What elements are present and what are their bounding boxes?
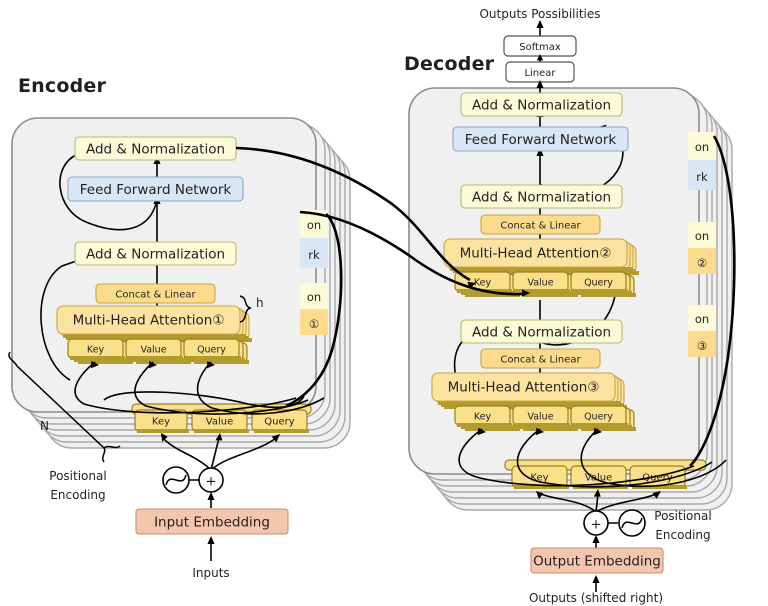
encoder-query-box[interactable]: Query [183, 338, 241, 360]
encoder-query-label: Query [197, 345, 226, 356]
decoder-add-norm-top-label: Add & Normalization [472, 98, 611, 114]
decoder-feed-forward-network[interactable]: Feed Forward Network [452, 126, 629, 152]
decoder-mid-kvq-group: Key Value Query [454, 271, 636, 297]
decoder-ffn-label: Feed Forward Network [465, 132, 617, 148]
encoder-key-label: Key [87, 345, 105, 356]
decoder-bottom-key-box[interactable]: Key [454, 405, 512, 427]
encoder-input-embedding-label: Input Embedding [154, 515, 270, 531]
encoder-add-norm-bottom-label: Add & Normalization [86, 247, 225, 263]
encoder-outer-query-label: Query [264, 417, 294, 428]
encoder-value-label: Value [140, 345, 166, 356]
encoder-title: Encoder [18, 75, 107, 97]
encoder-positional-encoding-icon [162, 466, 199, 494]
encoder-feed-forward-network[interactable]: Feed Forward Network [67, 176, 244, 202]
decoder-bottom-key-label: Key [474, 412, 492, 423]
encoder-concat-linear-label: Concat & Linear [115, 290, 196, 301]
encoder-outer-value-label: Value [206, 417, 233, 428]
encoder-add-norm-bottom[interactable]: Add & Normalization [74, 241, 237, 266]
decoder-output-embedding-label: Output Embedding [533, 554, 661, 570]
encoder-outer-key-label: Key [152, 417, 170, 428]
encoder-ffn-label: Feed Forward Network [80, 182, 232, 198]
transformer-architecture-diagram: on rk on ① Encoder Add & Normalization F… [8, 7, 736, 605]
encoder-tab-label-3: ① [309, 317, 319, 331]
decoder-mha-mid-label: Multi-Head Attention② [460, 246, 612, 262]
decoder-title: Decoder [404, 53, 495, 75]
diagram-canvas: on rk on ① Encoder Add & Normalization F… [0, 0, 768, 606]
decoder-add-positional-node[interactable]: + [583, 510, 609, 536]
encoder-tab-label-0: on [307, 218, 321, 232]
encoder-multi-head-attention[interactable]: Multi-Head Attention① [56, 305, 241, 335]
decoder-bottom-value-label: Value [527, 412, 553, 423]
encoder-plus-label: + [205, 474, 216, 490]
decoder-concat-linear-mid-label: Concat & Linear [500, 221, 581, 232]
decoder-mid-query-label: Query [584, 278, 613, 289]
decoder-side-tabs: on rk on ② on ③ [688, 132, 716, 357]
decoder-bottom-query-box[interactable]: Query [570, 405, 628, 427]
decoder-softmax-label: Softmax [519, 42, 561, 53]
encoder-input-embedding[interactable]: Input Embedding [135, 508, 289, 535]
decoder-concat-linear-mid[interactable]: Concat & Linear [480, 214, 601, 235]
decoder-add-norm-top[interactable]: Add & Normalization [460, 92, 623, 117]
decoder-output-embedding[interactable]: Output Embedding [530, 547, 664, 574]
encoder-add-norm-top[interactable]: Add & Normalization [74, 136, 237, 161]
encoder-mha-label: Multi-Head Attention① [73, 313, 225, 329]
decoder-bottom-query-label: Query [584, 412, 613, 423]
decoder-tab-label-0: on [695, 140, 709, 154]
encoder-positional-encoding-label-2: Encoding [50, 488, 105, 502]
decoder-mid-key-label: Key [474, 278, 492, 289]
encoder-value-box[interactable]: Value [125, 338, 183, 360]
encoder-tab-label-2: on [307, 290, 321, 304]
decoder-mha-bottom-label: Multi-Head Attention③ [448, 380, 600, 396]
decoder-mid-value-label: Value [527, 278, 553, 289]
encoder-key-box[interactable]: Key [67, 338, 125, 360]
decoder-outputs-label: Outputs (shifted right) [529, 591, 663, 605]
decoder-add-norm-mid[interactable]: Add & Normalization [460, 184, 623, 209]
decoder-tab-label-4: on [695, 312, 709, 326]
decoder-tab-label-5: ③ [697, 339, 707, 353]
decoder-add-norm-mid-label: Add & Normalization [472, 190, 611, 206]
encoder-heads-label: h [256, 296, 264, 310]
decoder-tab-label-3: ② [697, 256, 707, 270]
decoder-tab-label-1: rk [696, 170, 708, 184]
outputs-possibilities-label: Outputs Possibilities [479, 7, 600, 21]
decoder-bottom-kvq-group: Key Value Query [454, 405, 636, 431]
decoder-positional-encoding-label-1: Positional [654, 509, 711, 523]
encoder-concat-linear[interactable]: Concat & Linear [95, 283, 216, 304]
encoder-add-positional-node[interactable]: + [198, 467, 224, 493]
encoder-stack-count-label: N [40, 419, 49, 433]
decoder-mid-query-box[interactable]: Query [570, 271, 628, 293]
decoder-mid-value-box[interactable]: Value [512, 271, 570, 293]
decoder-linear-label: Linear [524, 68, 556, 79]
decoder-concat-linear-bottom-label: Concat & Linear [500, 355, 581, 366]
encoder-inputs-label: Inputs [192, 566, 229, 580]
decoder-positional-encoding-label-2: Encoding [655, 528, 710, 542]
decoder-add-norm-bottom-label: Add & Normalization [472, 325, 611, 341]
decoder-linear-box[interactable]: Linear [505, 61, 575, 83]
decoder-multi-head-attention-mid[interactable]: Multi-Head Attention② [443, 238, 628, 268]
encoder-kvq-group: Key Value Query [67, 338, 249, 364]
encoder-add-norm-top-label: Add & Normalization [86, 142, 225, 158]
decoder-tab-label-2: on [695, 229, 709, 243]
decoder-softmax-box[interactable]: Softmax [503, 35, 577, 57]
encoder-tab-label-1: rk [308, 248, 320, 262]
decoder-concat-linear-bottom[interactable]: Concat & Linear [480, 348, 601, 369]
decoder-multi-head-attention-bottom[interactable]: Multi-Head Attention③ [431, 372, 616, 402]
encoder-positional-encoding-label-1: Positional [49, 469, 106, 483]
decoder-positional-encoding-icon [608, 509, 646, 537]
decoder-bottom-value-box[interactable]: Value [512, 405, 570, 427]
decoder-plus-label: + [590, 517, 601, 533]
decoder-add-norm-bottom[interactable]: Add & Normalization [460, 319, 623, 344]
